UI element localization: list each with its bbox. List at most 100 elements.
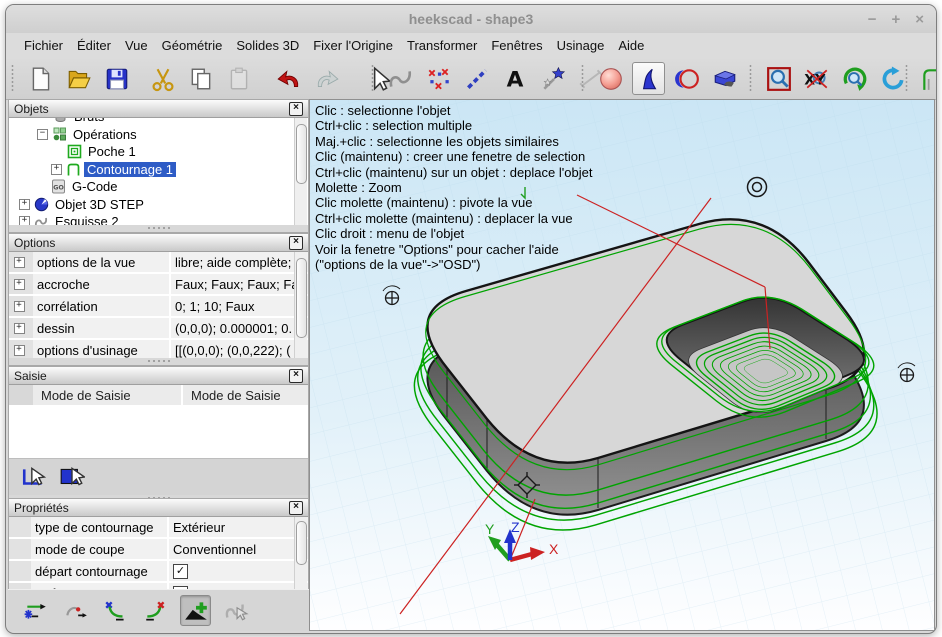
- zoom-xy-icon: XY: [804, 66, 830, 92]
- redo-button[interactable]: [310, 62, 343, 95]
- saisie-panel: Saisie × Mode de Saisie Mode de Saisie: [8, 366, 309, 498]
- new-document-button[interactable]: [24, 62, 57, 95]
- menu-transformer[interactable]: Transformer: [400, 35, 484, 56]
- paste-button[interactable]: [222, 62, 255, 95]
- expand-expander[interactable]: +: [14, 257, 25, 268]
- open-folder-button[interactable]: [62, 62, 95, 95]
- options-panel-title: Options: [14, 236, 55, 250]
- menu-solides-3d[interactable]: Solides 3D: [229, 35, 306, 56]
- zoom-extents-button[interactable]: [838, 62, 871, 95]
- titlebar[interactable]: heekscad - shape3 − + ×: [6, 5, 936, 33]
- menu-aide[interactable]: Aide: [611, 35, 651, 56]
- surface-button[interactable]: [632, 62, 665, 95]
- options-resize-grip[interactable]: [9, 358, 308, 363]
- objets-panel-title: Objets: [14, 102, 49, 116]
- property-row-depart[interactable]: départ contournage ✓: [9, 561, 308, 583]
- sphere-button[interactable]: [594, 62, 627, 95]
- menu-fichier[interactable]: Fichier: [17, 35, 70, 56]
- proprietes-scrollbar-thumb[interactable]: [296, 521, 307, 565]
- objets-close-icon[interactable]: ×: [289, 102, 303, 116]
- tree-item-operations[interactable]: − Opérations: [9, 126, 308, 144]
- undo-button[interactable]: [272, 62, 305, 95]
- close-button[interactable]: ×: [915, 12, 924, 27]
- points-icon: [426, 66, 452, 92]
- menubar: Fichier Éditer Vue Géométrie Solides 3D …: [6, 33, 936, 57]
- options-close-icon[interactable]: ×: [289, 236, 303, 250]
- option-row-accroche[interactable]: + accroche Faux; Faux; Faux; Fau: [9, 274, 308, 296]
- tree-item-bruts[interactable]: Bruts: [9, 118, 308, 126]
- window-title: heekscad - shape3: [409, 11, 534, 27]
- points-button[interactable]: [422, 62, 455, 95]
- tree-item-poche-1[interactable]: Poche 1: [9, 143, 308, 161]
- proprietes-close-icon[interactable]: ×: [289, 501, 303, 515]
- zoom-xy-button[interactable]: XY: [800, 62, 833, 95]
- expand-expander[interactable]: +: [14, 279, 25, 290]
- solid-sculpt-button[interactable]: [708, 62, 741, 95]
- toolbar-drag-handle[interactable]: [370, 64, 375, 92]
- expand-expander[interactable]: +: [19, 199, 30, 210]
- saisie-close-icon[interactable]: ×: [289, 369, 303, 383]
- menu-geometrie[interactable]: Géométrie: [155, 35, 230, 56]
- machining-op-toolbar: [8, 589, 309, 631]
- option-row-dessin[interactable]: + dessin (0,0,0); 0.000001; 0.: [9, 318, 308, 340]
- objets-scrollbar[interactable]: [294, 118, 307, 225]
- toolbar-drag-handle[interactable]: [748, 64, 753, 92]
- expand-expander[interactable]: +: [14, 345, 25, 356]
- toolbar-drag-handle[interactable]: [10, 64, 15, 92]
- magic-wand-button[interactable]: [536, 62, 569, 95]
- zoom-window-button[interactable]: [762, 62, 795, 95]
- line-button[interactable]: [460, 62, 493, 95]
- options-scrollbar-thumb[interactable]: [296, 258, 307, 338]
- torus-button[interactable]: [670, 62, 703, 95]
- tree-item-objet-3d-step[interactable]: + Objet 3D STEP: [9, 196, 308, 214]
- menu-vue[interactable]: Vue: [118, 35, 155, 56]
- svg-text:GO: GO: [53, 184, 64, 192]
- collapse-expander[interactable]: −: [37, 129, 48, 140]
- option-row-correlation[interactable]: + corrélation 0; 1; 10; Faux: [9, 296, 308, 318]
- profile-op-icon: [66, 162, 81, 177]
- op-sketch-button[interactable]: [220, 595, 251, 626]
- lead-in-button[interactable]: [100, 595, 131, 626]
- entry-move-button[interactable]: [20, 595, 51, 626]
- options-scrollbar[interactable]: [294, 252, 307, 358]
- select-mode-off-button[interactable]: [19, 462, 49, 492]
- expand-expander[interactable]: +: [14, 301, 25, 312]
- tree-item-gcode[interactable]: GO G-Code: [9, 178, 308, 196]
- minimize-button[interactable]: −: [868, 12, 877, 27]
- spline-button[interactable]: [384, 62, 417, 95]
- property-row-type[interactable]: type de contournage Extérieur: [9, 517, 308, 539]
- tree-item-contournage-1[interactable]: + Contournage 1: [9, 161, 308, 179]
- menu-editer[interactable]: Éditer: [70, 35, 118, 56]
- text-button[interactable]: A: [498, 62, 531, 95]
- viewport-3d[interactable]: X Y Z Clic : selectionne l'objet Ctrl+cl…: [309, 99, 935, 631]
- objets-scrollbar-thumb[interactable]: [296, 124, 307, 184]
- toolbar-drag-handle[interactable]: [580, 64, 585, 92]
- maximize-button[interactable]: +: [891, 12, 900, 27]
- menu-fenetres[interactable]: Fenêtres: [484, 35, 549, 56]
- profile-button[interactable]: [916, 62, 937, 95]
- lead-out-button[interactable]: [140, 595, 171, 626]
- property-row-mode[interactable]: mode de coupe Conventionnel: [9, 539, 308, 561]
- option-row-vue[interactable]: + options de la vue libre; aide complète…: [9, 252, 308, 274]
- expand-expander[interactable]: +: [19, 216, 30, 225]
- expand-expander[interactable]: +: [51, 164, 62, 175]
- option-row-usinage[interactable]: + options d'usinage [[(0,0,0); (0,0,222)…: [9, 340, 308, 358]
- cut-button[interactable]: [146, 62, 179, 95]
- save-icon: [104, 66, 130, 92]
- tree-item-esquisse-2[interactable]: + Esquisse 2: [9, 213, 308, 225]
- menu-usinage[interactable]: Usinage: [550, 35, 612, 56]
- copy-button[interactable]: [184, 62, 217, 95]
- options-panel: Options × + options de la vue libre; aid…: [8, 233, 309, 366]
- expand-expander[interactable]: +: [14, 323, 25, 334]
- menu-fixer-origine[interactable]: Fixer l'Origine: [306, 35, 400, 56]
- objets-resize-grip[interactable]: [9, 225, 308, 230]
- proprietes-scrollbar[interactable]: [294, 517, 307, 590]
- exit-move-button[interactable]: [60, 595, 91, 626]
- depart-checkbox[interactable]: ✓: [173, 564, 188, 579]
- select-mode-on-button[interactable]: [57, 462, 87, 492]
- add-material-button[interactable]: [180, 595, 211, 626]
- toolbar-drag-handle[interactable]: [904, 64, 909, 92]
- open-folder-icon: [66, 66, 92, 92]
- save-button[interactable]: [100, 62, 133, 95]
- pocket-icon: [67, 144, 82, 159]
